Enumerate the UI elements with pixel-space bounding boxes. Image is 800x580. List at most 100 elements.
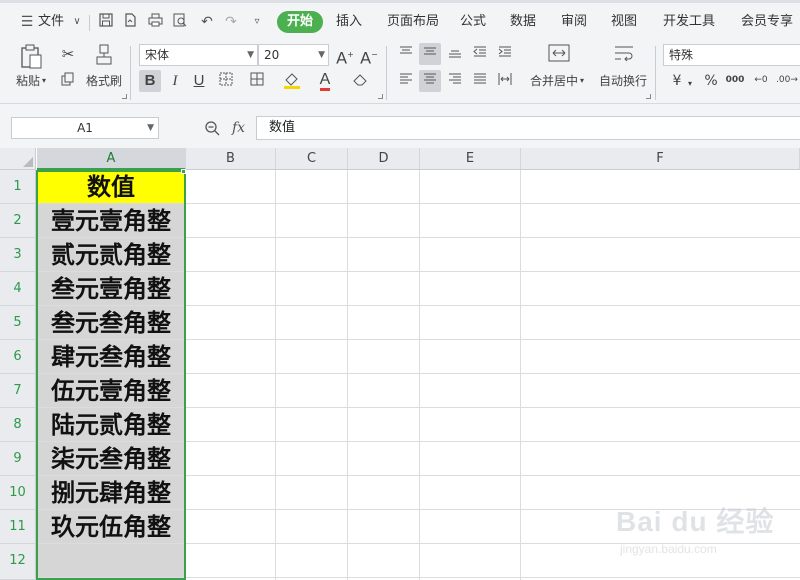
column-header-f[interactable]: F — [521, 148, 800, 170]
increase-indent-icon[interactable] — [495, 44, 515, 64]
copy-icon[interactable] — [58, 71, 78, 91]
clipboard-group-launcher[interactable] — [122, 94, 127, 99]
tab-member[interactable]: 会员专享 — [741, 11, 793, 33]
number-format-select[interactable]: 特殊 — [663, 44, 800, 66]
row-header[interactable]: 10 — [0, 476, 36, 510]
merge-chevron-icon[interactable]: ▾ — [580, 73, 584, 89]
tab-data[interactable]: 数据 — [510, 11, 536, 33]
paste-chevron-icon[interactable]: ▾ — [42, 73, 46, 89]
row-header[interactable]: 8 — [0, 408, 36, 442]
align-middle-icon[interactable] — [419, 43, 441, 65]
row-header[interactable]: 6 — [0, 340, 36, 374]
save-icon[interactable] — [97, 13, 115, 31]
column-header-a[interactable]: A — [37, 148, 186, 170]
increase-font-size-icon[interactable]: A+ — [335, 45, 355, 68]
tab-page-layout[interactable]: 页面布局 — [387, 11, 439, 33]
table-cell[interactable]: 柒元叁角整 — [37, 442, 185, 475]
formula-input[interactable]: 数值 — [256, 116, 800, 140]
alignment-group-launcher[interactable] — [646, 94, 651, 99]
table-cell[interactable]: 伍元壹角整 — [37, 374, 185, 407]
row-header[interactable]: 3 — [0, 238, 36, 272]
fill-handle[interactable] — [181, 169, 186, 174]
hamburger-menu-icon[interactable]: ☰ — [18, 13, 36, 31]
file-chevron-down-icon[interactable]: ∨ — [68, 13, 86, 31]
table-cell[interactable]: 玖元伍角整 — [37, 510, 185, 543]
tab-formulas[interactable]: 公式 — [460, 11, 486, 33]
currency-chevron-icon[interactable]: ▾ — [688, 76, 692, 92]
tab-developer[interactable]: 开发工具 — [663, 11, 715, 33]
paste-button[interactable]: 粘贴 — [16, 73, 40, 89]
percent-button[interactable]: % — [702, 71, 720, 91]
header-cell[interactable]: 数值 — [37, 170, 185, 203]
column-header-b[interactable]: B — [186, 148, 276, 170]
merge-center-icon[interactable] — [546, 44, 572, 67]
bold-button[interactable]: B — [139, 70, 161, 92]
paste-icon[interactable] — [17, 44, 45, 72]
fill-color-icon[interactable] — [280, 71, 304, 94]
redo-icon[interactable]: ↷ — [222, 13, 240, 31]
table-cell[interactable]: 贰元贰角整 — [37, 238, 185, 271]
zoom-icon[interactable] — [204, 117, 220, 139]
borders-icon[interactable] — [215, 71, 237, 91]
print-icon[interactable] — [146, 13, 164, 31]
undo-icon[interactable]: ↶ — [198, 13, 216, 31]
decrease-font-size-icon[interactable]: A− — [359, 45, 379, 68]
justify-icon[interactable] — [470, 71, 490, 91]
row-header[interactable]: 1 — [0, 170, 36, 204]
align-center-icon[interactable] — [419, 70, 441, 92]
table-cell[interactable]: 捌元肆角整 — [37, 476, 185, 509]
row-header[interactable]: 2 — [0, 204, 36, 238]
column-header-e[interactable]: E — [420, 148, 521, 170]
font-size-select[interactable]: 20 ▼ — [258, 44, 329, 66]
currency-button[interactable]: ¥ — [668, 71, 686, 91]
insert-function-icon[interactable]: fx — [232, 117, 245, 139]
format-painter-icon[interactable] — [93, 44, 115, 71]
align-top-icon[interactable] — [396, 44, 416, 64]
print-preview-icon[interactable] — [171, 13, 189, 31]
decrease-decimal-icon[interactable]: .00→ — [776, 70, 798, 90]
table-cell[interactable]: 叁元叁角整 — [37, 306, 185, 339]
tab-review[interactable]: 审阅 — [561, 11, 587, 33]
table-cell[interactable]: 肆元叁角整 — [37, 340, 185, 373]
thousands-separator-button[interactable]: 000 — [724, 70, 746, 90]
cut-icon[interactable]: ✂ — [58, 44, 78, 64]
table-cell[interactable]: 陆元贰角整 — [37, 408, 185, 441]
row-header[interactable]: 5 — [0, 306, 36, 340]
column-header-d[interactable]: D — [348, 148, 420, 170]
column-header-c[interactable]: C — [276, 148, 348, 170]
row-header[interactable]: 9 — [0, 442, 36, 476]
merge-center-button[interactable]: 合并居中 — [530, 73, 578, 89]
distributed-align-icon[interactable] — [495, 71, 515, 91]
tab-home[interactable]: 开始 — [277, 11, 324, 33]
font-name-select[interactable]: 宋体 ▼ — [139, 44, 258, 66]
align-left-icon[interactable] — [396, 71, 416, 91]
row-header[interactable]: 4 — [0, 272, 36, 306]
file-menu[interactable]: 文件 — [38, 11, 64, 33]
decrease-indent-icon[interactable] — [470, 44, 490, 64]
font-color-icon[interactable]: A — [314, 70, 336, 91]
align-bottom-icon[interactable] — [445, 44, 465, 64]
tab-view[interactable]: 视图 — [611, 11, 637, 33]
format-painter-button[interactable]: 格式刷 — [86, 73, 122, 89]
cell-style-icon[interactable] — [247, 71, 269, 91]
row-header[interactable]: 7 — [0, 374, 36, 408]
row-header[interactable]: 11 — [0, 510, 36, 544]
table-cell[interactable]: 叁元壹角整 — [37, 272, 185, 305]
table-cell[interactable]: 壹元壹角整 — [37, 204, 185, 237]
export-pdf-icon[interactable] — [121, 13, 139, 31]
tab-insert[interactable]: 插入 — [336, 11, 362, 33]
customize-chevron-icon[interactable]: ▿ — [248, 13, 266, 31]
wrap-text-icon[interactable] — [611, 44, 637, 67]
table-cell[interactable] — [37, 544, 185, 579]
underline-button[interactable]: U — [189, 70, 209, 92]
italic-button[interactable]: I — [165, 70, 185, 92]
increase-decimal-icon[interactable]: ←0 — [750, 70, 772, 90]
row-header[interactable]: 12 — [0, 544, 36, 580]
select-all-corner[interactable] — [0, 148, 36, 170]
align-right-icon[interactable] — [445, 71, 465, 91]
name-box[interactable]: A1 ▼ — [11, 117, 159, 139]
clear-format-icon[interactable] — [350, 71, 372, 92]
wrap-text-button[interactable]: 自动换行 — [599, 73, 647, 89]
ribbon: 粘贴 ▾ ✂ 格式刷 宋体 ▼ 20 ▼ A+ A− B I U A 合并居中 … — [0, 40, 800, 104]
font-group-launcher[interactable] — [378, 94, 383, 99]
